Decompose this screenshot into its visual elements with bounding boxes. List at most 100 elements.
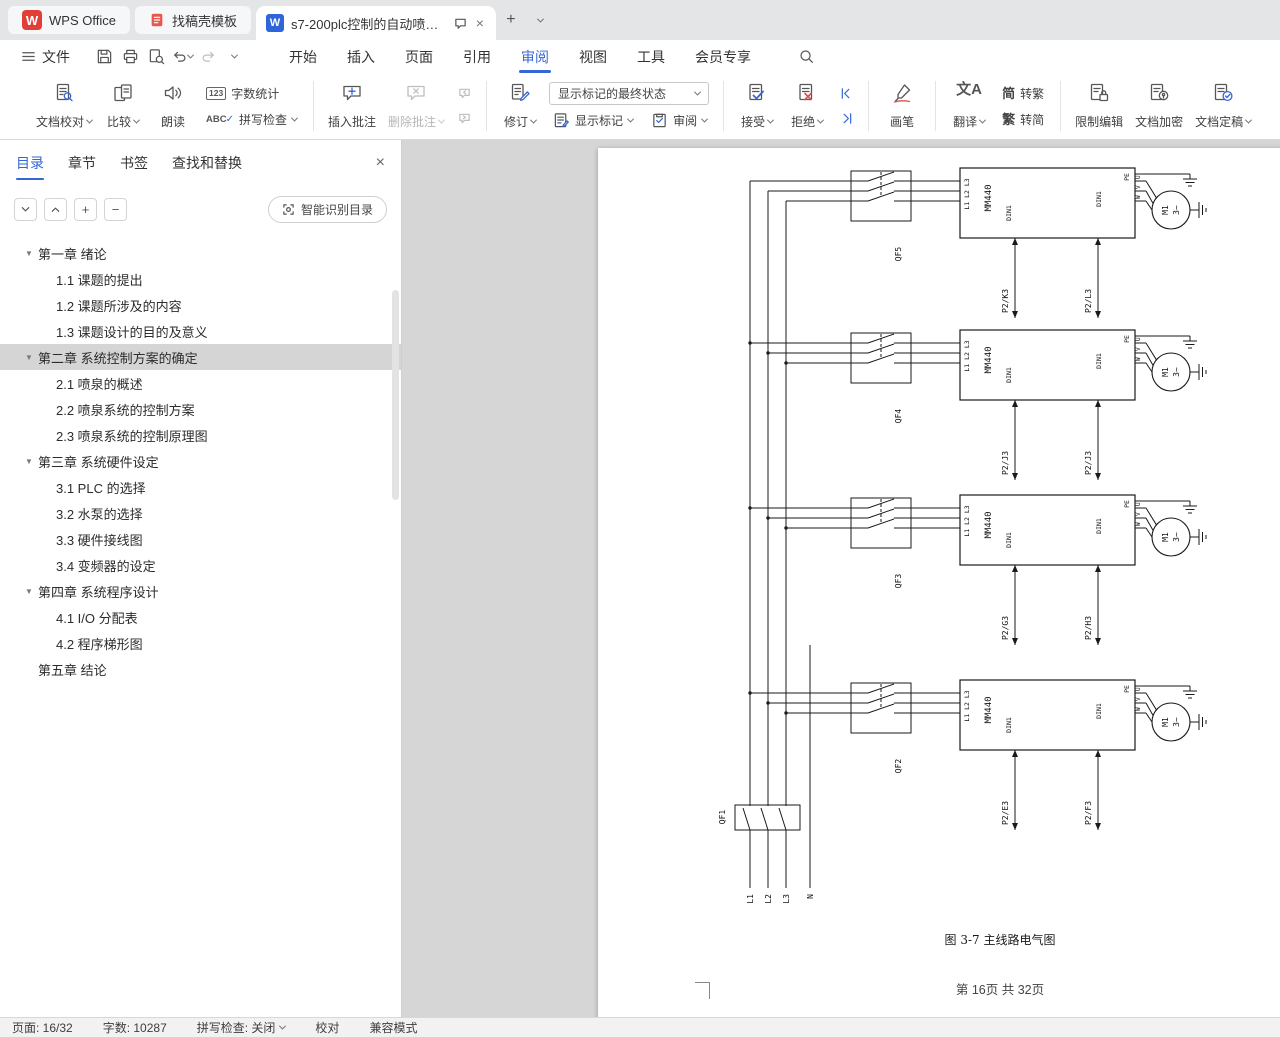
search-button[interactable] (792, 44, 820, 70)
redo-button[interactable] (196, 45, 220, 69)
collapse-all-button[interactable] (44, 197, 67, 221)
translate-button[interactable]: 文A 翻译 (944, 77, 994, 135)
smart-recognize-label: 智能识别目录 (300, 202, 373, 217)
chevron-down-icon (230, 51, 238, 59)
tab-document[interactable]: W s7-200plc控制的自动喷泉系统 × (255, 6, 496, 40)
show-markup-button[interactable]: 显示标记 (549, 110, 637, 131)
brush-label: 画笔 (890, 115, 915, 129)
traditional-to-simplified-button[interactable]: 繁 转简 (998, 109, 1048, 130)
svg-text:DIN1: DIN1 (1095, 353, 1103, 369)
previous-comment-button[interactable] (454, 84, 474, 104)
new-tab-button[interactable]: + (498, 7, 524, 33)
menubar: 文件 开始 插入 页面 引用 审阅 视图 工具 会员专享 (0, 40, 1280, 73)
file-menu-button[interactable]: 文件 (12, 40, 78, 73)
sidebar-tab-查找和替换[interactable]: 查找和替换 (172, 140, 242, 186)
sidebar-tab-目录[interactable]: 目录 (16, 140, 44, 186)
toc-expand-icon[interactable]: ▼ (20, 353, 38, 362)
toc-item[interactable]: 1.2 课题所涉及的内容 (0, 292, 401, 318)
customize-toolbar-button[interactable] (222, 45, 246, 69)
menu-工具[interactable]: 工具 (622, 40, 680, 73)
encrypt-button[interactable]: 文档加密 (1129, 77, 1189, 135)
menu-页面[interactable]: 页面 (390, 40, 448, 73)
spell-check-button[interactable]: ABC ✓ 拼写检查 (202, 109, 301, 130)
page-indicator[interactable]: 页面: 16/32 (12, 1019, 73, 1036)
tab-wps-office[interactable]: W WPS Office (8, 6, 130, 34)
menu-开始[interactable]: 开始 (274, 40, 332, 73)
compare-button[interactable]: 比较 (98, 77, 148, 135)
toc-item[interactable]: ▼ 第二章 系统控制方案的确定 (0, 344, 401, 370)
toc-item[interactable]: ▼ 第三章 系统硬件设定 (0, 448, 401, 474)
toc-item[interactable]: 3.4 变频器的设定 (0, 552, 401, 578)
toc-item[interactable]: 4.1 I/O 分配表 (0, 604, 401, 630)
toc-item[interactable]: 4.2 程序梯形图 (0, 630, 401, 656)
smart-recognize-toc-button[interactable]: 智能识别目录 (267, 195, 387, 223)
toc-item[interactable]: 2.3 喷泉系统的控制原理图 (0, 422, 401, 448)
sidebar-tab-书签[interactable]: 书签 (120, 140, 148, 186)
margin-corner-mark (695, 982, 710, 999)
reject-button[interactable]: 拒绝 (782, 77, 832, 135)
toc-item-label: 1.1 课题的提出 (56, 272, 143, 288)
toc-item[interactable]: ▼ 第四章 系统程序设计 (0, 578, 401, 604)
delete-comment-button[interactable]: 删除批注 (382, 77, 450, 135)
menu-视图[interactable]: 视图 (564, 40, 622, 73)
toc-expand-icon[interactable]: ▼ (20, 587, 38, 596)
svg-text:M1: M1 (1161, 717, 1170, 727)
sidebar-close-icon[interactable]: × (376, 154, 385, 172)
accept-button[interactable]: 接受 (732, 77, 782, 135)
insert-comment-button[interactable]: 插入批注 (322, 77, 382, 135)
zoom-out-level-button[interactable]: − (104, 197, 127, 221)
brush-button[interactable]: 画笔 (877, 77, 927, 135)
expand-all-button[interactable] (14, 197, 37, 221)
finalize-button[interactable]: 文档定稿 (1189, 77, 1257, 135)
proofread-status[interactable]: 校对 (315, 1019, 339, 1036)
print-preview-button[interactable] (144, 45, 168, 69)
ribbon-separator (868, 81, 870, 131)
previous-change-button[interactable] (836, 84, 856, 104)
document-canvas[interactable]: QF1 L1 L2 L3 N QF5 L1 L2 L3 MM440 DIN1 DIN1 PE U V W M… (402, 140, 1280, 1017)
spell-check-status[interactable]: 拼写检查: 关闭 (197, 1019, 287, 1036)
toc-item[interactable]: ▼ 第一章 绪论 (0, 240, 401, 266)
menu-会员专享[interactable]: 会员专享 (680, 40, 766, 73)
svg-text:L3: L3 (782, 894, 791, 904)
sidebar-tab-章节[interactable]: 章节 (68, 140, 96, 186)
chevron-up-icon (51, 207, 60, 212)
toc-item[interactable]: 第五章 结论 (0, 656, 401, 682)
toc-item-label: 4.1 I/O 分配表 (56, 610, 138, 626)
save-button[interactable] (92, 45, 116, 69)
chevron-down-icon (85, 116, 94, 124)
review-button[interactable]: 审阅 (647, 110, 711, 131)
proofread-button[interactable]: 文档校对 (30, 77, 98, 135)
tab-list-button[interactable] (528, 7, 554, 33)
word-count-indicator[interactable]: 字数: 10287 (103, 1019, 167, 1036)
simplified-to-traditional-button[interactable]: 简 转繁 (998, 83, 1048, 104)
toc-expand-icon[interactable]: ▼ (20, 457, 38, 466)
sidebar-scrollbar[interactable] (392, 290, 399, 500)
toc-item[interactable]: 3.3 硬件接线图 (0, 526, 401, 552)
track-changes-button[interactable]: 修订 (495, 77, 545, 135)
document-page: QF1 L1 L2 L3 N QF5 L1 L2 L3 MM440 DIN1 DIN1 PE U V W M… (598, 148, 1280, 1017)
zoom-in-level-button[interactable]: + (74, 197, 97, 221)
tab-template[interactable]: 找稿壳模板 (134, 6, 251, 34)
menu-插入[interactable]: 插入 (332, 40, 390, 73)
undo-button[interactable] (170, 45, 195, 69)
toc-item[interactable]: 1.3 课题设计的目的及意义 (0, 318, 401, 344)
toc-item[interactable]: 2.2 喷泉系统的控制方案 (0, 396, 401, 422)
toc-item[interactable]: 3.1 PLC 的选择 (0, 474, 401, 500)
toc-item[interactable]: 1.1 课题的提出 (0, 266, 401, 292)
previous-change-icon (841, 88, 850, 99)
restrict-edit-button[interactable]: 限制编辑 (1069, 77, 1129, 135)
menu-审阅[interactable]: 审阅 (506, 40, 564, 73)
toc-item[interactable]: 3.2 水泵的选择 (0, 500, 401, 526)
print-button[interactable] (118, 45, 142, 69)
read-aloud-button[interactable]: 朗读 (148, 77, 198, 135)
word-count-button[interactable]: 123 字数统计 (202, 83, 301, 104)
menu-引用[interactable]: 引用 (448, 40, 506, 73)
svg-text:3~: 3~ (1172, 532, 1181, 542)
svg-text:V: V (1135, 185, 1142, 189)
next-change-button[interactable] (836, 109, 856, 129)
next-comment-button[interactable] (454, 109, 474, 129)
toc-item[interactable]: 2.1 喷泉的概述 (0, 370, 401, 396)
toc-expand-icon[interactable]: ▼ (20, 249, 38, 258)
close-tab-icon[interactable]: × (474, 15, 486, 31)
markup-state-select[interactable]: 显示标记的最终状态 (549, 81, 710, 105)
